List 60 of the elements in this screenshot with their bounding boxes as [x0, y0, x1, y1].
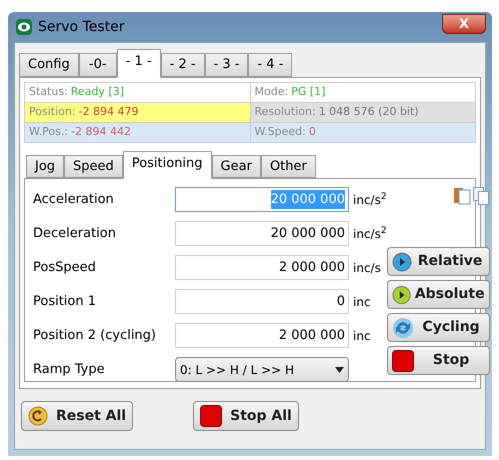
info-value: PG [1] — [291, 84, 326, 100]
reset-icon — [28, 406, 48, 426]
number-field[interactable]: 20 000 000 — [175, 221, 349, 246]
ramp-type-dropdown[interactable]: 0: L >> H / L >> H — [175, 357, 349, 382]
refresh-icon — [392, 316, 414, 338]
field-label: Ramp Type — [33, 360, 106, 379]
stop-icon — [392, 350, 414, 372]
info-label: Status: — [29, 84, 68, 100]
tab[interactable]: Gear — [212, 154, 261, 178]
info-value: -2 894 442 — [71, 124, 131, 140]
tab[interactable]: - 1 - — [116, 49, 161, 78]
tab[interactable]: Config — [19, 53, 79, 76]
tab[interactable]: - 2 - — [160, 53, 205, 76]
field-value: 0 — [336, 292, 345, 311]
field-value: 2 000 000 — [278, 258, 345, 277]
info-value: 0 — [308, 124, 316, 140]
field-label: Position 2 (cycling) — [33, 326, 157, 345]
tab[interactable]: Speed — [64, 154, 123, 178]
info-label: Resolution: — [254, 104, 316, 120]
tab[interactable]: Positioning — [122, 150, 212, 179]
field-value: 20 000 000 — [270, 224, 345, 243]
info-value: Ready [3] — [70, 84, 124, 100]
unit-label: inc/s$^{2}$ — [353, 225, 387, 242]
info-value: -2 894 479 — [78, 104, 138, 120]
tab[interactable]: - 4 - — [248, 53, 292, 76]
field-label: Deceleration — [33, 224, 117, 243]
info-label: Mode: — [254, 84, 288, 100]
stop-icon — [200, 405, 222, 427]
field-label: PosSpeed — [33, 258, 97, 277]
play-icon — [392, 284, 411, 304]
info-value: 1 048 576 (20 bit) — [318, 104, 419, 120]
window-title: Servo Tester — [38, 18, 124, 36]
tab[interactable]: -0- — [78, 53, 117, 76]
tab[interactable]: Other — [260, 154, 316, 178]
info-label: Position: — [29, 104, 76, 120]
unit-label: inc/s — [353, 260, 381, 276]
footer-button[interactable]: Reset All — [21, 401, 134, 431]
number-field[interactable]: 2 000 000 — [175, 255, 349, 280]
info-label: W.Speed: — [254, 124, 306, 140]
paste-icon — [454, 187, 471, 205]
field-label: Position 1 — [33, 292, 98, 311]
tab[interactable]: Jog — [26, 154, 64, 178]
tab[interactable]: - 3 - — [204, 53, 248, 76]
number-field[interactable]: 0 — [175, 289, 349, 314]
footer-button[interactable]: Stop All — [193, 401, 299, 431]
field-label: Acceleration — [33, 190, 115, 209]
play-icon — [392, 252, 412, 272]
action-button[interactable]: Stop — [386, 346, 490, 375]
field-value: 20 000 000 — [270, 190, 345, 210]
caret-icon — [335, 366, 344, 372]
info-label: W.Pos.: — [29, 124, 68, 140]
unit-label: inc — [353, 328, 371, 344]
unit-label: inc/s$^{2}$ — [353, 191, 387, 208]
action-button[interactable]: Cycling — [386, 313, 490, 342]
field-value: 2 000 000 — [278, 326, 345, 345]
unit-label: inc — [353, 294, 371, 310]
app-logo-icon — [16, 19, 32, 35]
action-button[interactable]: Relative — [386, 247, 490, 276]
number-field[interactable]: 2 000 000 — [175, 323, 349, 348]
action-button[interactable]: Absolute — [386, 280, 490, 309]
